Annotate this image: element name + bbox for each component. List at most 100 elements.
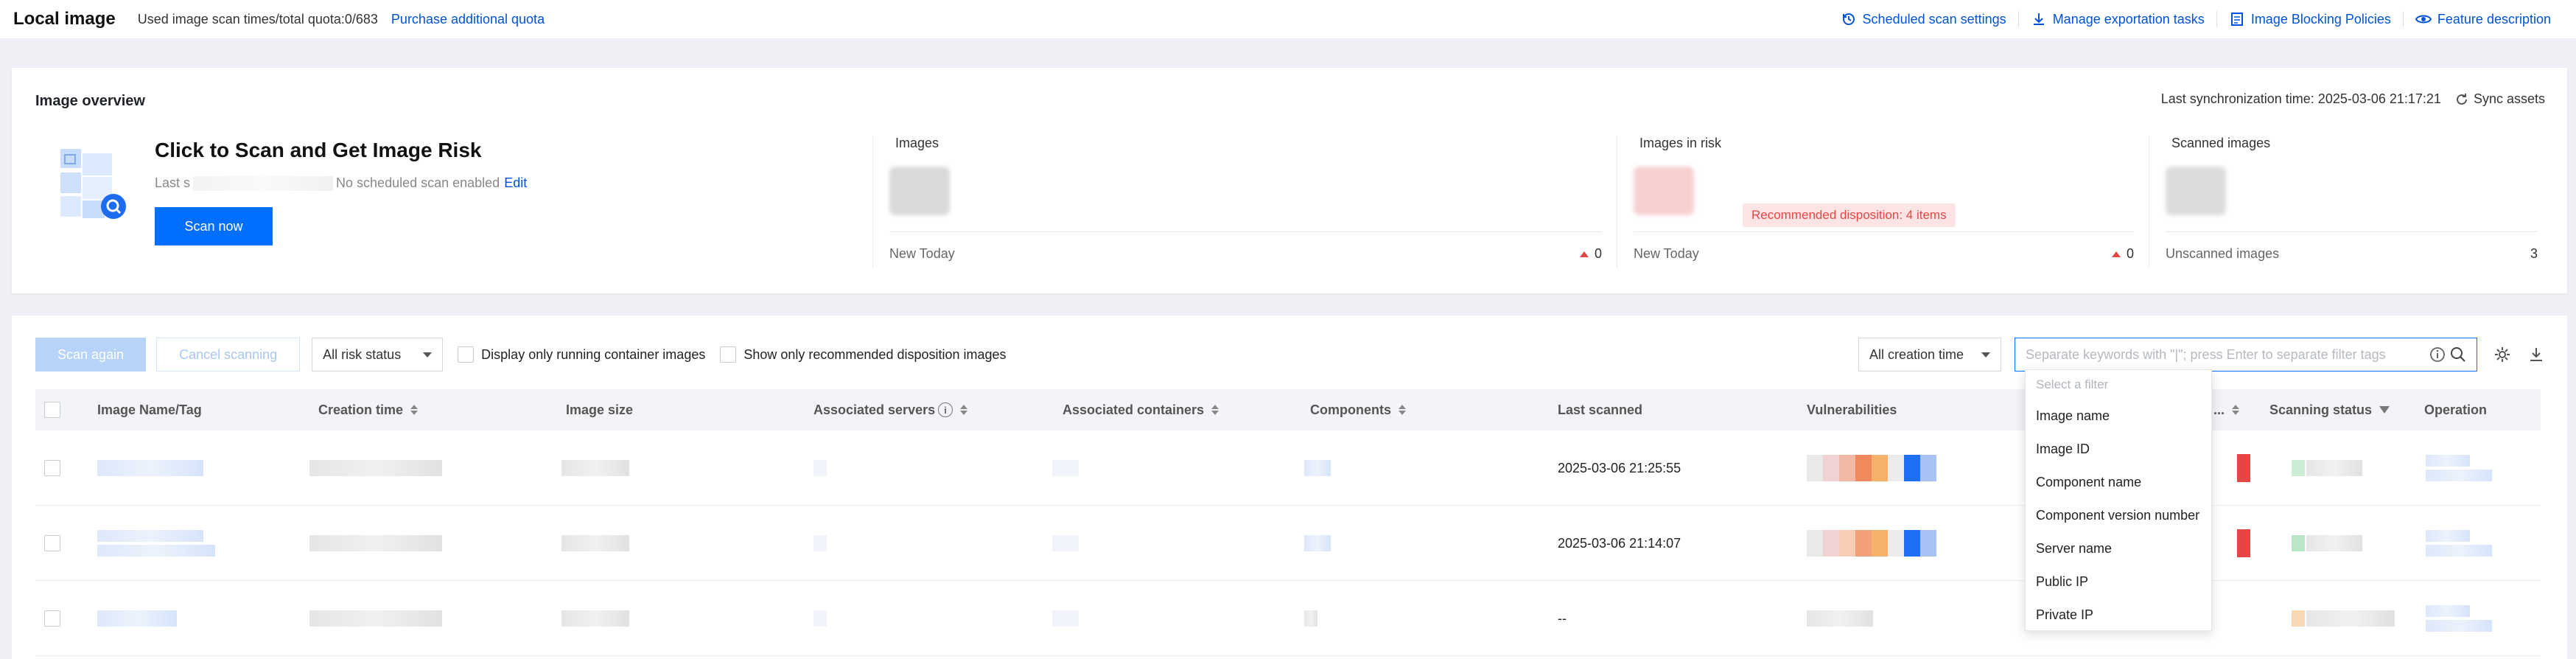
info-icon[interactable] <box>2429 346 2446 363</box>
image-name-cell[interactable] <box>97 506 215 581</box>
divider <box>889 231 1602 232</box>
sort-icon[interactable] <box>1211 405 1219 415</box>
image-blocking-policies-label: Image Blocking Policies <box>2250 11 2391 27</box>
stat-images-in-risk: Images in risk Recommended disposition: … <box>1617 136 2149 268</box>
sort-icon[interactable] <box>2232 405 2240 415</box>
column-creation-time[interactable]: Creation time <box>318 389 419 430</box>
containers-cell[interactable] <box>1052 581 1079 656</box>
creation-time-cell <box>309 430 442 506</box>
vulnerability-bar[interactable] <box>1807 430 1936 506</box>
redacted-value <box>813 610 827 627</box>
redacted-value <box>1304 535 1331 551</box>
running-only-checkbox[interactable]: Display only running container images <box>458 346 705 363</box>
row-checkbox[interactable] <box>44 430 60 506</box>
arrow-up-icon <box>2111 251 2121 257</box>
column-components[interactable]: Components <box>1310 389 1406 430</box>
operation-cell[interactable] <box>2426 430 2492 506</box>
chevron-down-icon <box>423 352 433 358</box>
vulnerability-bar[interactable] <box>1807 506 1936 581</box>
image-blocking-policies-link[interactable]: Image Blocking Policies <box>2217 11 2403 27</box>
divider <box>2166 231 2538 232</box>
redacted-value <box>813 535 827 551</box>
info-icon[interactable]: i <box>938 402 953 417</box>
risk-status-select[interactable]: All risk status <box>312 338 444 372</box>
scheduled-scan-settings-label: Scheduled scan settings <box>1862 11 2006 27</box>
sort-icon[interactable] <box>410 405 419 415</box>
checkbox-box[interactable] <box>458 346 475 363</box>
column-associated-containers[interactable]: Associated containers <box>1063 389 1219 430</box>
checkbox-box[interactable] <box>44 535 60 551</box>
image-name-cell[interactable] <box>97 430 203 506</box>
download-icon[interactable] <box>2527 346 2545 363</box>
creation-time-cell <box>309 506 442 581</box>
clock-refresh-icon <box>1841 11 1857 27</box>
redacted-value <box>1634 167 1694 215</box>
operation-cell[interactable] <box>2426 581 2492 656</box>
filter-option-image-name[interactable]: Image name <box>2026 400 2211 433</box>
scan-again-button[interactable]: Scan again <box>35 338 147 372</box>
row-checkbox[interactable] <box>44 506 60 581</box>
search-box[interactable] <box>2015 338 2477 372</box>
components-cell[interactable] <box>1304 581 1317 656</box>
row-checkbox[interactable] <box>44 581 60 656</box>
sync-assets-button[interactable]: Sync assets <box>2454 91 2545 107</box>
components-cell[interactable] <box>1304 506 1331 581</box>
recommended-only-checkbox[interactable]: Show only recommended disposition images <box>720 346 1007 363</box>
column-truncated[interactable]: ... <box>2213 389 2240 430</box>
manage-exportation-tasks-link[interactable]: Manage exportation tasks <box>2019 11 2216 27</box>
column-associated-servers[interactable]: Associated servers i <box>813 389 968 430</box>
new-today-value: 0 <box>2111 246 2134 262</box>
servers-cell[interactable] <box>813 581 827 656</box>
redacted-value <box>309 535 442 551</box>
creation-time-select[interactable]: All creation time <box>1858 338 2001 372</box>
checkbox-box[interactable] <box>44 610 60 627</box>
recommended-disposition-badge[interactable]: Recommended disposition: 4 items <box>1743 203 1956 227</box>
scan-status-line: Last s No scheduled scan enabled Edit <box>155 175 527 191</box>
redacted-value <box>561 535 629 551</box>
redacted-value <box>97 460 203 476</box>
select-all-checkbox[interactable] <box>44 389 60 430</box>
checkbox-box[interactable] <box>44 460 60 476</box>
column-scanning-status[interactable]: Scanning status <box>2269 389 2390 430</box>
arrow-up-icon <box>1579 251 1589 257</box>
filter-dropdown: Select a filter Image name Image ID Comp… <box>2025 369 2212 631</box>
filter-icon[interactable] <box>2379 406 2390 414</box>
components-cell[interactable] <box>1304 430 1331 506</box>
scan-now-button[interactable]: Scan now <box>155 207 273 245</box>
feature-description-link[interactable]: Feature description <box>2404 11 2563 27</box>
column-operation: Operation <box>2424 402 2488 417</box>
containers-cell[interactable] <box>1052 430 1079 506</box>
filter-option-public-ip[interactable]: Public IP <box>2026 565 2211 599</box>
servers-cell[interactable] <box>813 430 827 506</box>
stat-risk-foot: New Today 0 <box>1634 246 2134 262</box>
refresh-icon <box>2454 92 2469 107</box>
operation-cell[interactable] <box>2426 506 2492 581</box>
new-today-value: 0 <box>1579 246 1602 262</box>
filter-option-image-id[interactable]: Image ID <box>2026 433 2211 466</box>
search-input[interactable] <box>2026 346 2425 363</box>
checkbox-box[interactable] <box>720 346 737 363</box>
risk-indicator <box>2237 529 2250 557</box>
last-sync-time: Last synchronization time: 2025-03-06 21… <box>2160 91 2441 106</box>
checkbox-box[interactable] <box>44 402 60 418</box>
filter-option-private-ip[interactable]: Private IP <box>2026 599 2211 632</box>
image-name-cell[interactable] <box>97 581 177 656</box>
redacted-value <box>813 460 827 476</box>
document-icon <box>2229 11 2245 27</box>
scheduled-scan-settings-link[interactable]: Scheduled scan settings <box>1829 11 2018 27</box>
filter-option-server-name[interactable]: Server name <box>2026 532 2211 565</box>
sort-icon[interactable] <box>960 405 968 415</box>
filter-option-component-name[interactable]: Component name <box>2026 466 2211 499</box>
search-icon[interactable] <box>2450 346 2466 363</box>
containers-cell[interactable] <box>1052 506 1079 581</box>
cancel-scanning-button[interactable]: Cancel scanning <box>156 338 301 372</box>
image-overview-card: Image overview Last synchronization time… <box>12 68 2567 293</box>
filter-option-component-version[interactable]: Component version number <box>2026 499 2211 532</box>
purchase-quota-link[interactable]: Purchase additional quota <box>391 12 545 27</box>
scan-illustration-icon <box>57 147 140 229</box>
gear-icon[interactable] <box>2493 346 2511 363</box>
redacted-value <box>1052 535 1079 551</box>
sort-icon[interactable] <box>1399 405 1406 415</box>
edit-schedule-link[interactable]: Edit <box>504 175 527 191</box>
servers-cell[interactable] <box>813 506 827 581</box>
